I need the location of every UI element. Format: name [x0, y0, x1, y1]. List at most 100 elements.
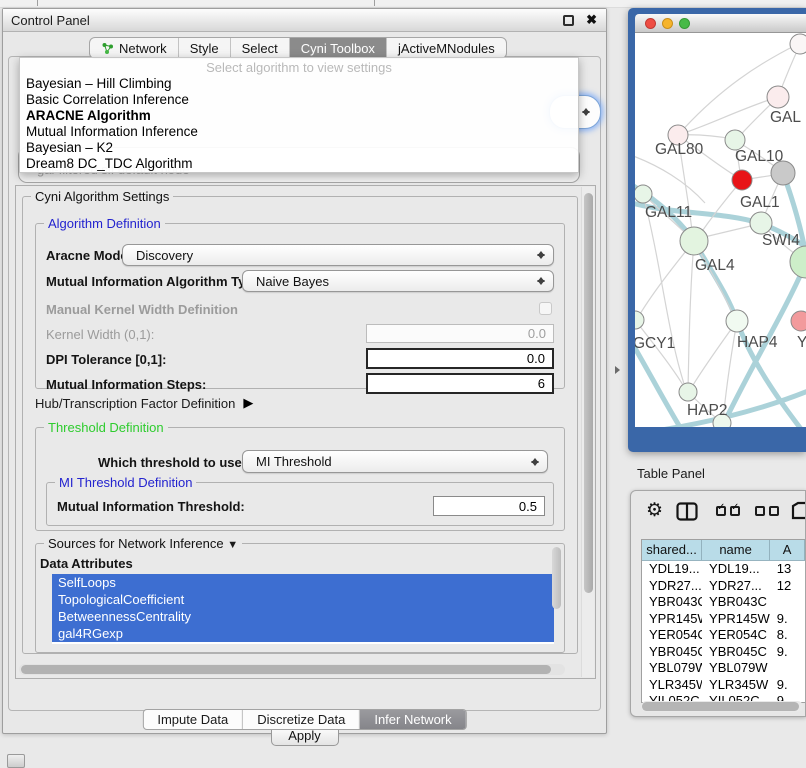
settings-gear-icon[interactable]: ⚙ — [646, 499, 663, 522]
close-icon[interactable]: ✖ — [586, 12, 597, 28]
network-node[interactable] — [635, 185, 652, 203]
dropdown-item[interactable]: Bayesian – Hill Climbing — [20, 76, 578, 92]
tab-jactivemnodules[interactable]: jActiveMNodules — [386, 38, 506, 58]
attribute-item[interactable]: SelfLoops — [52, 574, 554, 591]
node-table: shared... name A YDL19... YDL19... 13 YD… — [641, 539, 805, 703]
column-header[interactable]: name — [702, 540, 770, 560]
close-traffic-light-icon[interactable] — [645, 18, 656, 29]
attribute-item[interactable]: BetweennessCentrality — [52, 608, 554, 625]
network-node[interactable] — [725, 130, 745, 150]
tab-discretize-data[interactable]: Discretize Data — [242, 710, 359, 729]
settings-horizontal-scrollbar[interactable] — [19, 664, 565, 675]
dpi-tolerance-label: DPI Tolerance [0,1]: — [46, 352, 166, 367]
attribute-item[interactable]: TopologicalCoefficient — [52, 591, 554, 608]
top-toolbar-strip — [0, 0, 806, 8]
dropdown-item[interactable]: Mutual Information Inference — [20, 124, 578, 140]
network-node[interactable] — [635, 311, 644, 329]
scrollbar-thumb[interactable] — [21, 665, 551, 674]
table-row[interactable]: YBR043C YBR043C — [642, 594, 805, 611]
dropdown-item[interactable]: Dream8 DC_TDC Algorithm — [20, 156, 578, 172]
split-columns-icon[interactable] — [676, 502, 698, 521]
hub-definition-label: Hub/Transcription Factor Definition — [35, 396, 235, 411]
tab-select[interactable]: Select — [230, 38, 289, 58]
network-node[interactable] — [679, 383, 697, 401]
mi-threshold-field[interactable]: 0.5 — [433, 496, 545, 516]
table-cell: YDR27... — [642, 578, 702, 595]
control-panel-window: Control Panel ✖ Network Style Select Cyn… — [2, 8, 607, 734]
scrollbar-thumb[interactable] — [642, 702, 799, 711]
settings-vertical-scrollbar[interactable] — [581, 187, 594, 677]
network-node-label: GAL80 — [655, 141, 704, 158]
field-value: 0.5 — [519, 499, 537, 514]
mi-algorithm-type-combo[interactable]: Naive Bayes — [242, 270, 554, 292]
deselect-checkbox-icon[interactable] — [755, 506, 765, 516]
table-row[interactable]: YBL079W YBL079W — [642, 660, 805, 677]
column-header[interactable]: A — [770, 540, 805, 560]
attribute-item[interactable]: gal4RGexp — [52, 625, 554, 642]
column-header[interactable]: shared... — [642, 540, 702, 560]
table-row[interactable]: YER054C YER054C 8. — [642, 627, 805, 644]
network-node[interactable] — [680, 227, 708, 255]
network-node[interactable] — [791, 311, 806, 331]
network-node[interactable] — [750, 212, 772, 234]
network-node[interactable] — [767, 86, 789, 108]
threshold-definition-group: Threshold Definition Which threshold to … — [35, 427, 565, 531]
network-node-label: HAP2 — [687, 402, 728, 419]
network-node[interactable] — [726, 310, 748, 332]
dropdown-item[interactable]: Basic Correlation Inference — [20, 92, 578, 108]
tab-network[interactable]: Network — [90, 38, 178, 58]
toolbar-divider — [374, 0, 375, 6]
tab-infer-network[interactable]: Infer Network — [359, 710, 465, 729]
table-row[interactable]: YDL19... YDL19... 13 — [642, 561, 805, 578]
network-canvas[interactable]: GAL GAL80 GAL10 GAL1 GAL11 SWI4 GAL4 GCY… — [635, 33, 806, 427]
table-row[interactable]: YBR045C YBR045C 9. — [642, 644, 805, 661]
scrollbar-thumb[interactable] — [584, 193, 593, 593]
network-node-label: GAL4 — [695, 257, 735, 274]
zoom-traffic-light-icon[interactable] — [679, 18, 690, 29]
sources-group: Sources for Network Inference ▼ Data Att… — [35, 543, 565, 653]
which-threshold-combo[interactable]: MI Threshold — [242, 450, 548, 473]
table-row[interactable]: YLR345W YLR345W 9. — [642, 677, 805, 694]
network-node[interactable] — [732, 170, 752, 190]
network-graph: GAL GAL80 GAL10 GAL1 GAL11 SWI4 GAL4 GCY… — [635, 33, 806, 427]
aracne-mode-combo[interactable]: Discovery — [122, 244, 554, 266]
dpi-tolerance-field[interactable]: 0.0 — [366, 348, 554, 369]
new-table-icon[interactable] — [791, 501, 806, 521]
list-scrollbar[interactable] — [552, 547, 561, 609]
tab-cyni-toolbox[interactable]: Cyni Toolbox — [289, 38, 386, 58]
minimize-traffic-light-icon[interactable] — [662, 18, 673, 29]
sources-title: Sources for Network Inference — [48, 536, 224, 551]
stepper-arrows-icon — [531, 456, 539, 468]
mi-steps-field[interactable]: 6 — [366, 373, 554, 394]
table-body: YDL19... YDL19... 13 YDR27... YDR27... 1… — [642, 561, 805, 703]
group-title: Sources for Network Inference ▼ — [44, 536, 242, 551]
network-node[interactable] — [790, 34, 806, 54]
data-attributes-list: SelfLoopsTopologicalCoefficientBetweenne… — [52, 574, 554, 644]
manual-kernel-checkbox[interactable] — [539, 302, 552, 315]
table-cell: YPR145W — [642, 611, 702, 628]
network-node-label: Y — [797, 334, 806, 351]
table-horizontal-scrollbar[interactable] — [641, 701, 803, 712]
select-all-checkbox-icon[interactable]: ✓ — [730, 506, 740, 516]
algorithm-definition-group: Algorithm Definition Aracne Mode: Discov… — [35, 223, 565, 389]
deselect-checkbox-icon[interactable] — [769, 506, 779, 516]
table-cell — [770, 660, 805, 677]
minimized-panel-icon[interactable] — [7, 754, 25, 768]
hub-definition-expander[interactable]: Hub/Transcription Factor Definition ▶ — [35, 395, 253, 411]
kernel-width-field[interactable]: 0.0 — [366, 324, 554, 343]
network-node-label: GAL — [770, 109, 801, 126]
float-panel-icon[interactable] — [563, 15, 574, 26]
tab-style[interactable]: Style — [178, 38, 230, 58]
expanded-arrow-icon[interactable]: ▼ — [227, 539, 238, 551]
table-cell — [770, 594, 805, 611]
tab-impute-data[interactable]: Impute Data — [143, 710, 242, 729]
select-all-checkbox-icon[interactable]: ✓ — [716, 506, 726, 516]
table-row[interactable]: YPR145W YPR145W 9. — [642, 611, 805, 628]
dropdown-item[interactable]: ARACNE Algorithm — [20, 108, 578, 124]
table-cell: 13 — [770, 561, 805, 578]
table-row[interactable]: YDR27... YDR27... 12 — [642, 578, 805, 595]
network-node-label: GAL1 — [740, 194, 780, 211]
network-node[interactable] — [790, 246, 806, 278]
splitter-collapse-icon[interactable] — [615, 366, 624, 374]
dropdown-item[interactable]: Bayesian – K2 — [20, 140, 578, 156]
